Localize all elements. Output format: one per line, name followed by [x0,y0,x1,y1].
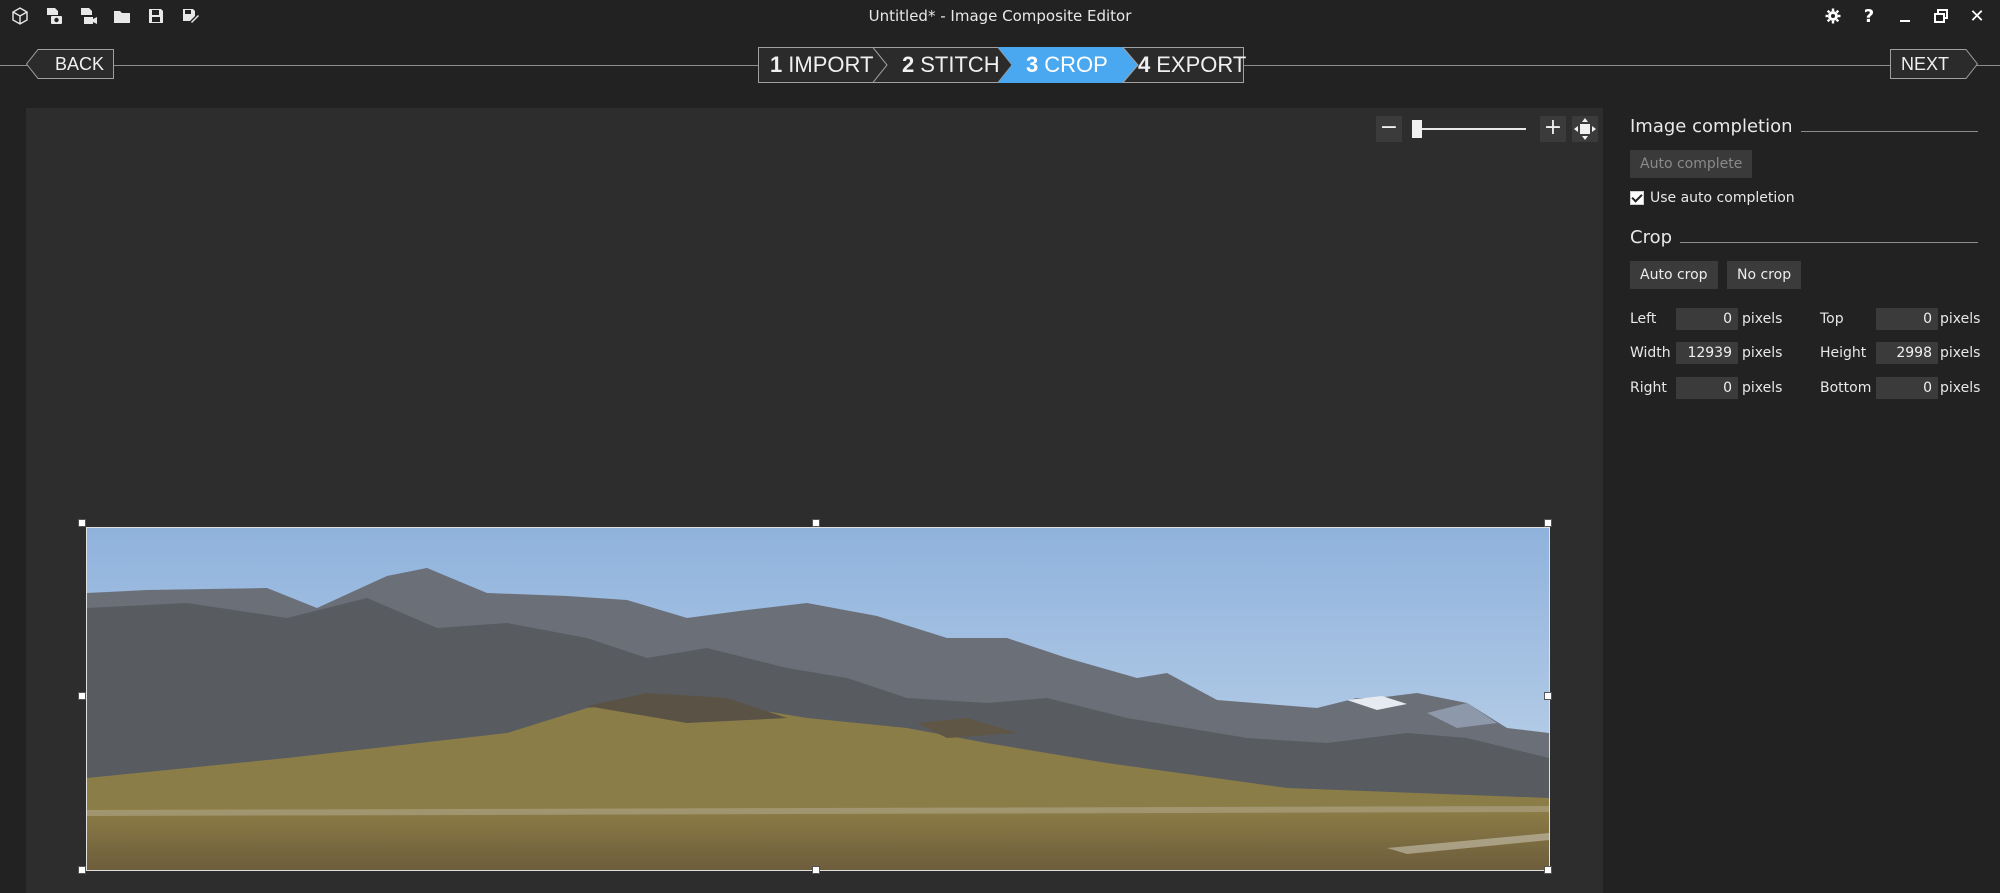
crop-handle-left[interactable] [78,692,86,700]
top-input[interactable]: 0 [1876,308,1938,330]
zoom-controls: − + [1376,114,1600,144]
use-auto-completion-checkbox[interactable]: Use auto completion [1630,190,1795,206]
left-label: Left [1630,311,1657,327]
back-label: BACK [55,54,105,74]
next-button[interactable]: NEXT [1890,49,1978,79]
minimize-button[interactable] [1894,4,1916,28]
auto-crop-button[interactable]: Auto crop [1630,261,1718,289]
width-unit: pixels [1742,345,1783,361]
top-unit: pixels [1940,311,1981,327]
crop-handle-bottom-left[interactable] [78,866,86,874]
no-crop-button[interactable]: No crop [1727,261,1802,289]
panorama-illustration [87,528,1549,870]
width-input[interactable]: 12939 [1676,342,1738,364]
bottom-label: Bottom [1820,380,1872,396]
zoom-out-button[interactable]: − [1376,116,1402,142]
step-import[interactable]: 1 IMPORT [770,47,873,83]
right-label: Right [1630,380,1667,396]
height-label: Height [1820,345,1867,361]
workflow-steps: 1 IMPORT 2 STITCH 3 CROP 4 EXPORT [758,47,1246,83]
crop-handle-bottom-right[interactable] [1544,866,1552,874]
crop-handle-top-left[interactable] [78,519,86,527]
left-unit: pixels [1742,311,1783,327]
crop-handle-bottom[interactable] [812,866,820,874]
window-title: Untitled* - Image Composite Editor [868,7,1132,25]
zoom-slider-track[interactable] [1412,128,1526,130]
workflow-navigation: BACK 1 IMPORT 2 STITCH 3 CROP 4 EXPORT NEXT [0,46,2000,86]
gear-icon [1825,8,1841,24]
step-export[interactable]: 4 EXPORT [1138,47,1246,83]
zoom-slider-thumb[interactable] [1412,120,1422,138]
crop-handle-top[interactable] [812,519,820,527]
right-unit: pixels [1742,380,1783,396]
minimize-icon [1900,20,1910,22]
top-label: Top [1820,311,1844,327]
zoom-in-button[interactable]: + [1540,116,1566,142]
step-crop[interactable]: 3 CROP [1026,47,1108,83]
bottom-unit: pixels [1940,380,1981,396]
restore-button[interactable] [1930,4,1952,28]
bottom-input[interactable]: 0 [1876,377,1938,399]
crop-handle-right[interactable] [1544,692,1552,700]
close-button[interactable]: ✕ [1966,4,1988,28]
window-controls: ? ✕ [1822,4,1988,28]
title-bar: Untitled* - Image Composite Editor ? ✕ [0,0,2000,32]
width-label: Width [1630,345,1671,361]
crop-heading: Crop [1630,225,1978,249]
panorama-image [86,527,1550,871]
fit-to-window-button[interactable] [1572,116,1598,142]
back-button[interactable]: BACK [26,49,114,79]
step-stitch[interactable]: 2 STITCH [902,47,1000,83]
auto-complete-button[interactable]: Auto complete [1630,150,1753,178]
help-button[interactable]: ? [1858,4,1880,28]
height-input[interactable]: 2998 [1876,342,1938,364]
right-input[interactable]: 0 [1676,377,1738,399]
crop-settings-panel: Image completion Auto complete Use auto … [1630,108,1981,808]
fit-to-window-icon [1574,118,1596,140]
checkbox-checked-icon[interactable] [1630,191,1644,205]
left-input[interactable]: 0 [1676,308,1738,330]
next-label: NEXT [1901,54,1950,74]
height-unit: pixels [1940,345,1981,361]
crop-handle-top-right[interactable] [1544,519,1552,527]
settings-button[interactable] [1822,4,1844,28]
restore-icon [1934,9,1948,23]
image-completion-heading: Image completion [1630,114,1978,138]
